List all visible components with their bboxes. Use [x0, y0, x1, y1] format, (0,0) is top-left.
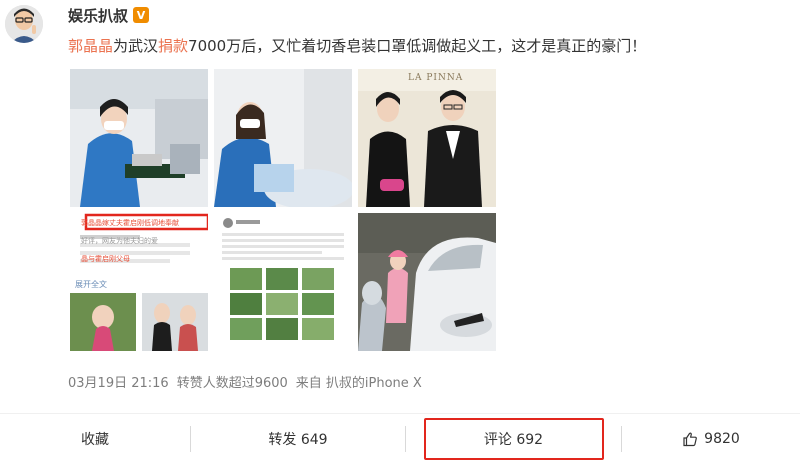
repost-label: 转发 649 — [268, 432, 328, 448]
post-keyword-link[interactable]: 捐款 — [158, 37, 188, 55]
post-keyword-link[interactable]: 郭晶晶 — [68, 37, 113, 55]
image-text-snippet: 好评，网友为他夫妇的爱 — [81, 237, 158, 245]
favorite-button[interactable]: 收藏 — [0, 414, 190, 464]
username[interactable]: 娱乐扒叔 — [68, 5, 128, 26]
repost-count-text: 转赞人数超过9600 — [176, 376, 288, 391]
post-image-2[interactable] — [214, 69, 352, 207]
verified-badge-icon: V — [133, 7, 150, 23]
post-image-3[interactable]: LA PINNA — [358, 69, 496, 207]
post-text: 郭晶晶为武汉捐款7000万后，又忙着切香皂装口罩低调做起义工，这才是真正的豪门！ — [68, 35, 788, 57]
post-image-5[interactable] — [214, 213, 352, 351]
expand-text-link: 展开全文 — [75, 280, 107, 289]
like-button[interactable]: 9820 — [622, 414, 800, 464]
post-image-6[interactable] — [358, 213, 496, 351]
post-image-1[interactable] — [70, 69, 208, 207]
post-meta: 03月19日 21:16 转赞人数超过9600 来自 扒叔的iPhone X — [68, 372, 422, 391]
repost-button[interactable]: 转发 649 — [191, 414, 405, 464]
post-date[interactable]: 03月19日 21:16 — [68, 372, 169, 391]
image-text-snippet: 郭晶晶嫁丈夫霍启刚低调地奉献 — [81, 219, 179, 227]
like-count: 9820 — [704, 431, 740, 447]
post-text-segment: 7000万后，又忙着切香皂装口罩低调做起义工，这才是真正的豪门！ — [188, 37, 647, 55]
favorite-label: 收藏 — [81, 432, 109, 448]
image-text-snippet: 晶与霍启刚父母 — [81, 255, 130, 263]
post-image-4[interactable]: 郭晶晶嫁丈夫霍启刚低调地奉献 好评，网友为他夫妇的爱 晶与霍启刚父母 展开全文 — [70, 213, 208, 351]
post-text-segment: 为武汉 — [113, 37, 159, 55]
thumbs-up-icon — [682, 431, 698, 447]
comment-highlight-box — [424, 418, 604, 460]
avatar[interactable] — [5, 5, 43, 43]
banner-text: LA PINNA — [408, 73, 464, 83]
post-source: 来自 扒叔的iPhone X — [295, 376, 422, 391]
